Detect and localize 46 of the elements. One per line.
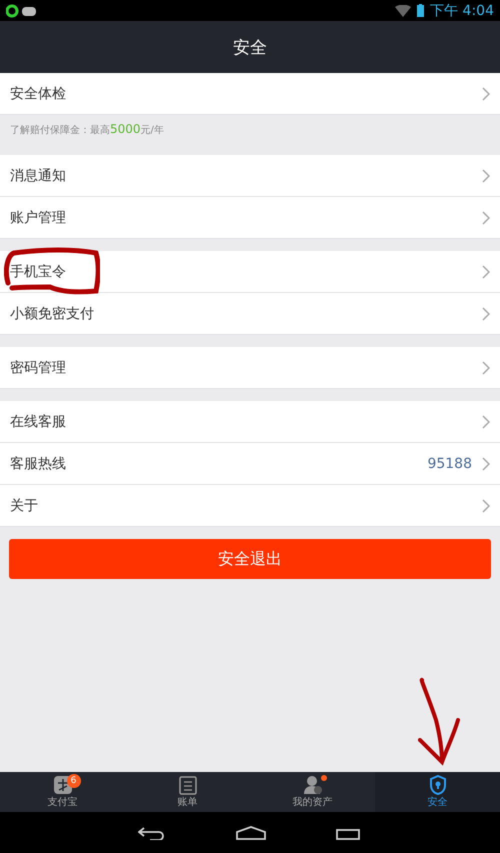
menu-row[interactable]: 安全体检 [0, 73, 500, 115]
menu-row[interactable]: 关于 [0, 485, 500, 527]
menu-row[interactable]: 密码管理 [0, 347, 500, 389]
menu-row[interactable]: 小额免密支付 [0, 293, 500, 335]
wallet-icon [52, 775, 72, 795]
tab[interactable]: 账单 [125, 772, 250, 812]
menu-row[interactable]: 手机宝令 [0, 251, 500, 293]
chevron-right-icon [482, 456, 490, 470]
chevron-right-icon [482, 498, 490, 512]
chevron-right-icon [482, 168, 490, 182]
status-time: 下午 4:04 [430, 2, 494, 20]
chevron-right-icon [482, 264, 490, 278]
phone-number: 95188 [427, 456, 472, 472]
home-icon[interactable] [236, 826, 266, 840]
page-title: 安全 [233, 36, 267, 58]
row-label: 账户管理 [10, 208, 67, 226]
row-label: 密码管理 [10, 358, 67, 376]
chevron-right-icon [482, 86, 490, 100]
battery-icon [417, 4, 424, 17]
wifi-icon [395, 4, 412, 16]
menu-row[interactable]: 消息通知 [0, 155, 500, 197]
receipt-icon [178, 775, 196, 795]
chevron-right-icon [482, 414, 490, 428]
row-label: 小额免密支付 [10, 304, 95, 322]
row-label: 消息通知 [10, 166, 67, 184]
logout-button[interactable]: 安全退出 [9, 539, 491, 579]
shield-icon [428, 775, 446, 795]
chevron-right-icon [482, 210, 490, 224]
tab[interactable]: 支付宝 6 [0, 772, 125, 812]
app-logo-icon [6, 4, 38, 18]
row-label: 关于 [10, 496, 39, 514]
tab[interactable]: 我的资产 [250, 772, 375, 812]
row-label: 手机宝令 [10, 262, 67, 280]
row-label: 安全体检 [10, 84, 67, 102]
chevron-right-icon [482, 360, 490, 374]
tab[interactable]: 安全 [375, 772, 500, 812]
count-badge: 6 [66, 774, 80, 788]
back-icon[interactable] [138, 826, 166, 840]
chevron-right-icon [482, 306, 490, 320]
menu-row[interactable]: 客服热线 95188 [0, 443, 500, 485]
menu-row[interactable]: 账户管理 [0, 197, 500, 239]
guarantee-note: 了解赔付保障金：最高5000元/年 [10, 122, 164, 136]
row-label: 客服热线 [10, 454, 67, 472]
row-label: 在线客服 [10, 412, 67, 430]
person-icon [302, 775, 322, 795]
menu-row[interactable]: 在线客服 [0, 401, 500, 443]
